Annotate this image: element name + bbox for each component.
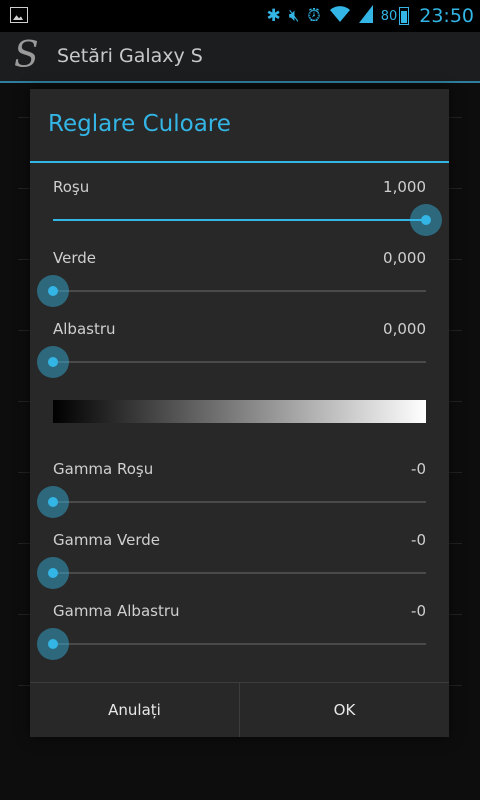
slider-thumb[interactable] — [37, 275, 69, 307]
slider-fill — [53, 219, 426, 221]
slider-value: 0,000 — [383, 249, 426, 267]
slider-track[interactable] — [53, 501, 426, 503]
signal-icon — [358, 5, 373, 27]
status-bar: ✱ 🔇︎ ⏰︎ 80 23:50 — [0, 0, 480, 32]
color-preview-gradient — [53, 400, 426, 423]
action-bar: S Setări Galaxy S — [0, 32, 480, 83]
image-notification-icon — [10, 7, 28, 23]
title-divider — [30, 161, 449, 163]
slider-value: -0 — [411, 460, 426, 478]
mute-icon: 🔇︎ — [288, 5, 300, 26]
ok-button[interactable]: OK — [239, 683, 449, 737]
wifi-icon — [329, 5, 351, 27]
slider-gamma-blue[interactable]: Gamma Albastru -0 — [37, 602, 426, 672]
slider-blue[interactable]: Albastru 0,000 — [37, 320, 426, 390]
clock: 23:50 — [419, 5, 474, 27]
bluetooth-icon: ✱ — [266, 5, 281, 26]
app-title: Setări Galaxy S — [57, 45, 203, 67]
slider-value: 1,000 — [383, 178, 426, 196]
app-logo-icon: S — [14, 35, 39, 76]
slider-label: Albastru — [53, 320, 116, 338]
slider-label: Verde — [53, 249, 96, 267]
slider-label: Gamma Verde — [53, 531, 160, 549]
slider-thumb[interactable] — [37, 346, 69, 378]
dialog-title: Reglare Culoare — [48, 111, 231, 137]
slider-gamma-red[interactable]: Gamma Roşu -0 — [37, 460, 426, 530]
slider-value: 0,000 — [383, 320, 426, 338]
slider-track[interactable] — [53, 219, 426, 221]
battery-level: 80 — [380, 8, 398, 24]
slider-value: -0 — [411, 602, 426, 620]
battery-indicator: 80 — [381, 7, 410, 25]
slider-thumb[interactable] — [410, 204, 442, 236]
slider-track[interactable] — [53, 572, 426, 574]
slider-track[interactable] — [53, 643, 426, 645]
dialog-button-bar: Anulați OK — [30, 682, 449, 737]
slider-label: Gamma Roşu — [53, 460, 154, 478]
slider-gamma-green[interactable]: Gamma Verde -0 — [37, 531, 426, 601]
slider-thumb[interactable] — [37, 557, 69, 589]
slider-green[interactable]: Verde 0,000 — [37, 249, 426, 319]
status-icons: ✱ 🔇︎ ⏰︎ 80 23:50 — [266, 0, 474, 32]
cancel-button[interactable]: Anulați — [30, 683, 239, 737]
slider-thumb[interactable] — [37, 486, 69, 518]
slider-track[interactable] — [53, 361, 426, 363]
battery-icon — [399, 7, 410, 25]
slider-value: -0 — [411, 531, 426, 549]
slider-track[interactable] — [53, 290, 426, 292]
slider-red[interactable]: Roşu 1,000 — [53, 178, 442, 248]
color-adjust-dialog: Reglare Culoare Roşu 1,000 Verde 0,000 A… — [30, 89, 449, 737]
slider-label: Roşu — [53, 178, 90, 196]
slider-thumb[interactable] — [37, 628, 69, 660]
slider-label: Gamma Albastru — [53, 602, 180, 620]
alarm-icon: ⏰︎ — [307, 5, 321, 26]
